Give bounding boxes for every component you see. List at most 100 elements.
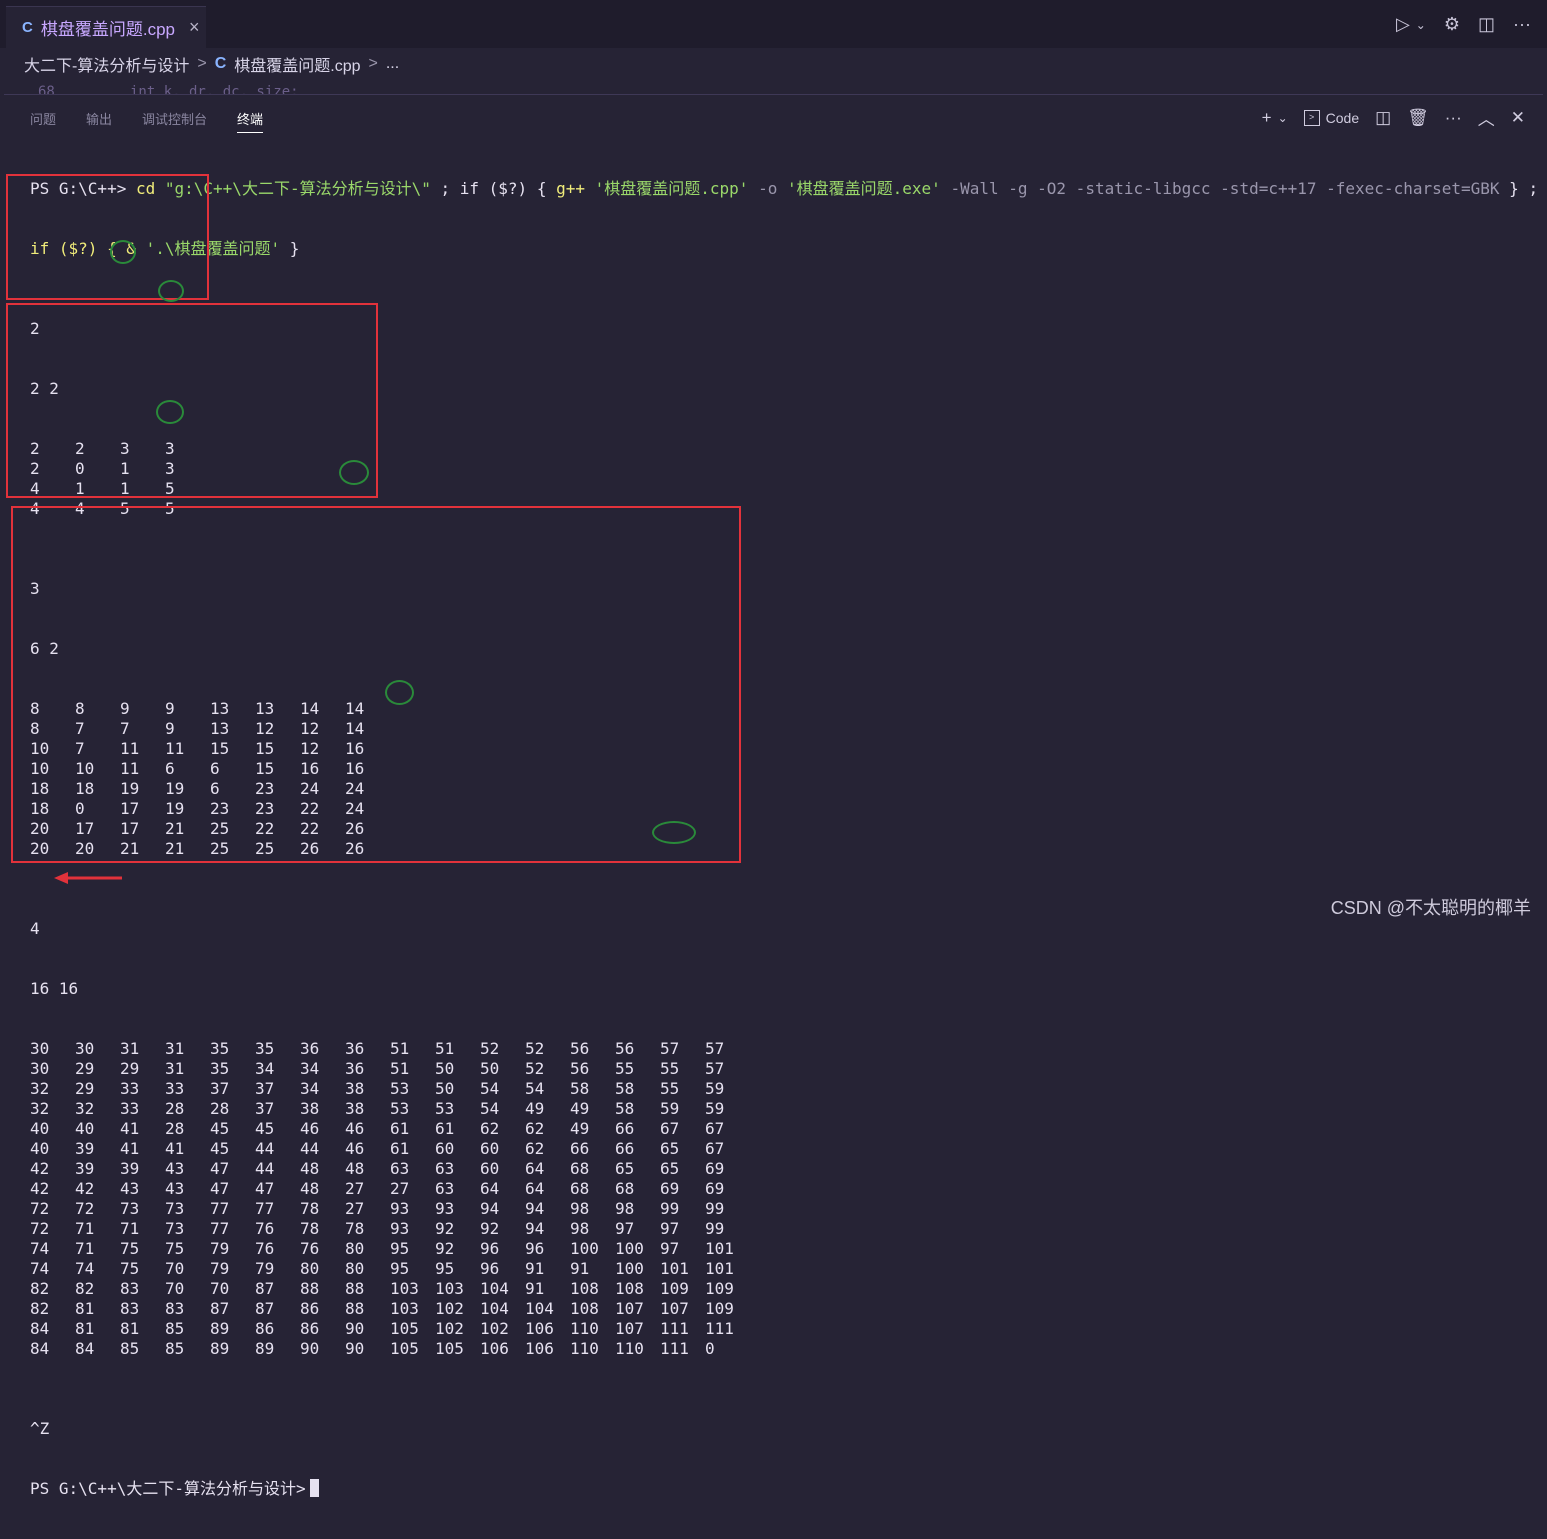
grid-row: 40 40 41 28 45 45 46 46 61 61 62 62 49 66 67 67	[30, 1119, 1530, 1139]
run-icon[interactable]: ▷	[1396, 14, 1410, 35]
grid-cell: 66	[615, 1119, 635, 1138]
tab-terminal[interactable]: 终端	[237, 109, 264, 133]
grid-cell: 79	[210, 1239, 230, 1258]
grid-cell: 102	[480, 1319, 509, 1338]
grid-cell: 44	[255, 1139, 275, 1158]
grid-cell: 70	[165, 1259, 185, 1278]
grid-row: 30 30 31 31 35 35 36 36 51 51 52 52 56 56 57 57	[30, 1039, 1530, 1059]
final-prompt-line: PS G:\C++\大二下-算法分析与设计>	[30, 1479, 1530, 1499]
tab-debug-console[interactable]: 调试控制台	[142, 109, 207, 133]
grid-cell: 48	[300, 1159, 320, 1178]
close-icon[interactable]: ✕	[1511, 108, 1525, 128]
chevron-up-icon[interactable]: ︿	[1478, 105, 1495, 130]
grid-cell: 29	[75, 1059, 95, 1078]
chevron-down-icon[interactable]: ⌄	[1278, 111, 1288, 125]
terminal-profile-button[interactable]: > Code	[1303, 109, 1359, 126]
grid-cell: 57	[660, 1039, 680, 1058]
highlight-circle	[652, 821, 696, 844]
grid-cell: 66	[570, 1139, 590, 1158]
close-icon[interactable]: ×	[189, 17, 200, 38]
tab-output[interactable]: 输出	[86, 109, 112, 133]
grid-cell: 87	[255, 1299, 275, 1318]
grid-cell: 82	[30, 1299, 50, 1318]
highlight-circle	[156, 400, 184, 424]
grid-cell: 56	[570, 1039, 590, 1058]
grid-cell: 50	[480, 1059, 500, 1078]
split-editor-icon[interactable]: ◫	[1478, 14, 1495, 35]
chevron-down-icon[interactable]: ⌄	[1416, 18, 1426, 32]
cpp-file-icon: C	[22, 19, 33, 36]
grid-row: 32 29 33 33 37 37 34 38 53 50 54 54 58 58 55 59	[30, 1079, 1530, 1099]
grid-cell: 58	[615, 1099, 635, 1118]
grid-cell: 81	[75, 1299, 95, 1318]
breadcrumb-folder[interactable]: 大二下-算法分析与设计	[24, 52, 189, 76]
more-icon[interactable]: ···	[1513, 14, 1531, 35]
grid-cell: 44	[255, 1159, 275, 1178]
grid-cell: 28	[165, 1119, 185, 1138]
grid-cell: 38	[345, 1079, 365, 1098]
grid-cell: 72	[30, 1219, 50, 1238]
grid-cell: 31	[165, 1039, 185, 1058]
grid-cell: 33	[165, 1079, 185, 1098]
grid-cell: 27	[345, 1179, 365, 1198]
cmd-o: -o	[758, 179, 778, 198]
grid-cell: 70	[210, 1279, 230, 1298]
grid-cell: 67	[660, 1119, 680, 1138]
tab-problems[interactable]: 问题	[30, 109, 56, 133]
grid-cell: 86	[300, 1319, 320, 1338]
grid-cell: 27	[390, 1179, 410, 1198]
grid-cell: 59	[705, 1079, 725, 1098]
arrow-icon	[54, 872, 122, 884]
grid-cell: 105	[435, 1339, 464, 1358]
grid-cell: 89	[210, 1319, 230, 1338]
highlight-box-3	[11, 506, 741, 863]
grid-cell: 87	[210, 1299, 230, 1318]
grid-cell: 104	[480, 1279, 509, 1298]
grid-cell: 104	[525, 1299, 554, 1318]
panel-header: 问题 输出 调试控制台 终端 + ⌄ > Code ◫ 🗑 ··· ︿ ✕	[4, 95, 1543, 137]
grid-cell: 72	[30, 1199, 50, 1218]
breadcrumb-separator: >	[368, 55, 378, 72]
editor-tab[interactable]: C 棋盘覆盖问题.cpp ×	[6, 6, 206, 48]
grid-cell: 107	[660, 1299, 689, 1318]
more-icon[interactable]: ···	[1445, 108, 1462, 128]
grid-cell: 48	[300, 1179, 320, 1198]
grid-row: 74 71 75 75 79 76 76 80 95 92 96 96 100 100 97 101	[30, 1239, 1530, 1259]
breadcrumb-file[interactable]: 棋盘覆盖问题.cpp	[234, 52, 360, 76]
grid-row: 30 29 29 31 35 34 34 36 51 50 50 52 56 55 55 57	[30, 1059, 1530, 1079]
block3-grid: 30 30 31 31 35 35 36 36 51 51 52 52 56 56 57 57 30 29 29 31…	[30, 1039, 1530, 1359]
grid-cell: 31	[165, 1059, 185, 1078]
grid-cell: 84	[30, 1339, 50, 1358]
plus-icon[interactable]: +	[1262, 108, 1272, 128]
grid-cell: 64	[525, 1159, 545, 1178]
grid-cell: 59	[705, 1099, 725, 1118]
grid-cell: 81	[120, 1319, 140, 1338]
grid-cell: 65	[660, 1139, 680, 1158]
grid-cell: 34	[300, 1059, 320, 1078]
grid-cell: 108	[570, 1299, 599, 1318]
grid-cell: 62	[525, 1119, 545, 1138]
grid-cell: 75	[120, 1259, 140, 1278]
grid-cell: 111	[660, 1319, 689, 1338]
breadcrumb-more[interactable]: ...	[386, 55, 399, 73]
gear-icon[interactable]: ⚙	[1444, 14, 1460, 35]
grid-cell: 32	[75, 1099, 95, 1118]
grid-cell: 49	[570, 1119, 590, 1138]
grid-cell: 107	[615, 1299, 644, 1318]
trash-icon[interactable]: 🗑	[1407, 108, 1429, 128]
grid-cell: 109	[660, 1279, 689, 1298]
grid-cell: 36	[300, 1039, 320, 1058]
grid-cell: 101	[660, 1259, 689, 1278]
highlight-circle	[385, 680, 414, 705]
split-terminal-icon[interactable]: ◫	[1375, 108, 1391, 128]
grid-cell: 51	[435, 1039, 455, 1058]
grid-row: 40 39 41 41 45 44 44 46 61 60 60 62 66 66 65 67	[30, 1139, 1530, 1159]
grid-cell: 71	[120, 1219, 140, 1238]
grid-cell: 35	[210, 1039, 230, 1058]
grid-cell: 73	[165, 1199, 185, 1218]
grid-cell: 52	[525, 1039, 545, 1058]
grid-cell: 40	[30, 1119, 50, 1138]
grid-row: 72 71 71 73 77 76 78 78 93 92 92 94 98 97 97 99	[30, 1219, 1530, 1239]
watermark: CSDN @不太聪明的椰羊	[1330, 898, 1531, 918]
grid-cell: 33	[120, 1099, 140, 1118]
